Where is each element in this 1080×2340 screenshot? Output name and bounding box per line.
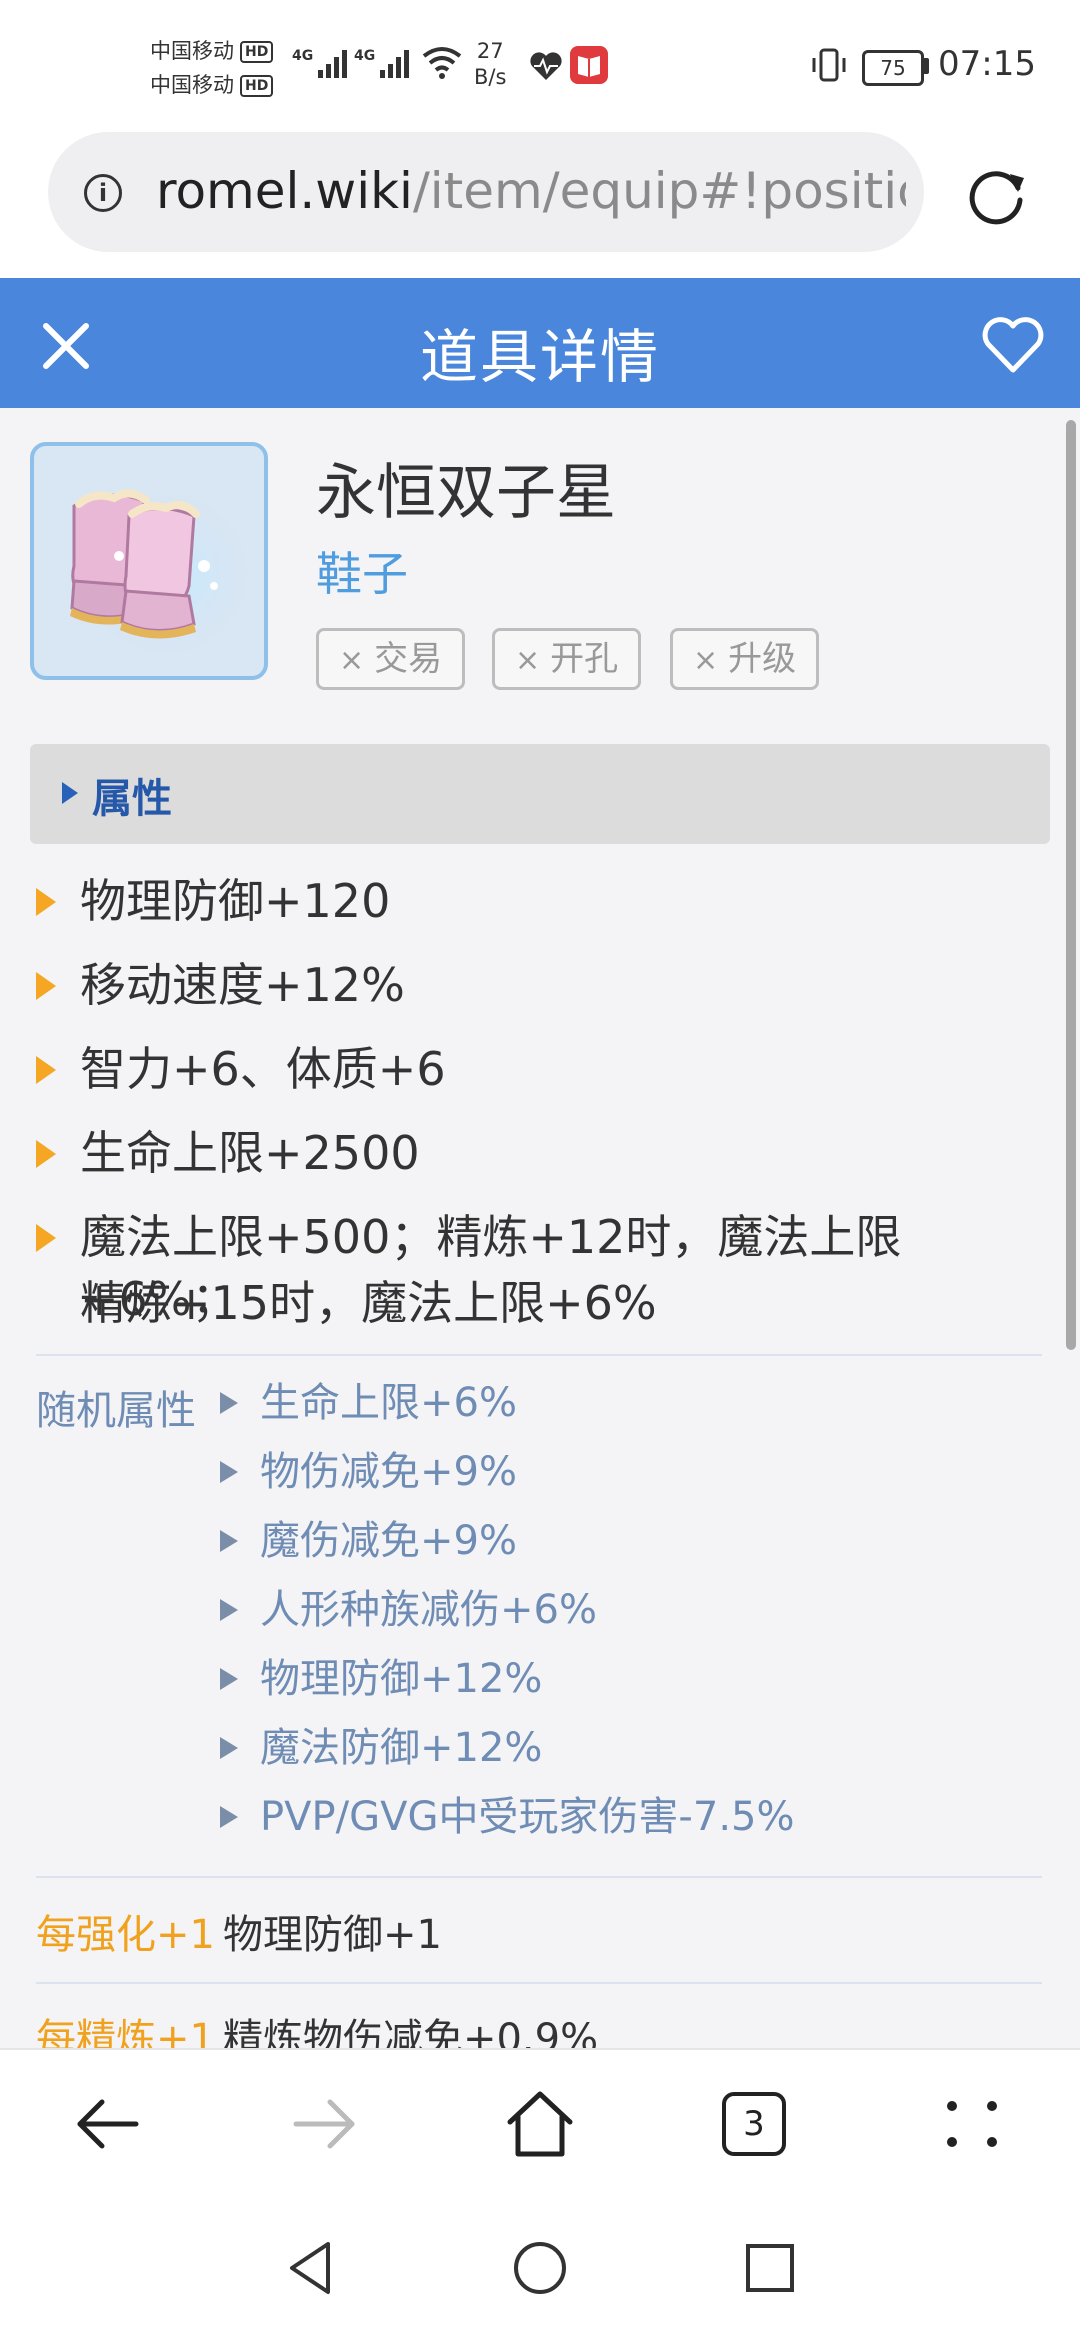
tag-prefix: × bbox=[515, 643, 541, 678]
battery-icon: 75 bbox=[862, 50, 924, 86]
wifi-icon bbox=[422, 47, 462, 79]
attribute-text: 精炼+15时，魔法上限+6% bbox=[80, 1276, 657, 1330]
status-bar: 中国移动 HD 中国移动 HD 4G 4G 27 B/s 75 07:15 bbox=[0, 0, 1080, 130]
bonus-value: 物理防御+1 bbox=[222, 1912, 442, 1958]
system-home-icon[interactable] bbox=[510, 2238, 570, 2298]
reload-icon[interactable] bbox=[962, 160, 1032, 230]
tag-label: 升级 bbox=[728, 639, 797, 679]
url-domain: romel.wiki bbox=[156, 162, 413, 220]
caret-right-icon bbox=[62, 782, 78, 804]
bullet-triangle-icon bbox=[220, 1599, 238, 1621]
tag-label: 交易 bbox=[374, 639, 443, 679]
random-attribute-text: 人形种族减伤+6% bbox=[260, 1587, 597, 1633]
scrollbar[interactable] bbox=[1066, 420, 1076, 1350]
tag-prefix: × bbox=[693, 643, 719, 678]
tag-upgrade: × 升级 bbox=[670, 628, 820, 690]
bonus-key: 每精炼+1 bbox=[36, 2016, 215, 2048]
bullet-triangle-icon bbox=[36, 972, 56, 1000]
bullet-triangle-icon bbox=[220, 1530, 238, 1552]
divider bbox=[36, 1354, 1042, 1356]
section-title: 属性 bbox=[92, 776, 172, 822]
divider bbox=[36, 1876, 1042, 1878]
net-speed-unit: B/s bbox=[474, 65, 507, 89]
url-text[interactable]: romel.wiki/item/equip#!positic bbox=[156, 158, 906, 224]
home-icon[interactable] bbox=[502, 2086, 578, 2162]
system-nav-bar bbox=[0, 2196, 1080, 2340]
net-speed: 27 B/s bbox=[474, 38, 506, 90]
attribute-text: 智力+6、体质+6 bbox=[80, 1042, 446, 1096]
more-menu-icon[interactable] bbox=[934, 2086, 1010, 2162]
refine-bonus-row: 每精炼+1 精炼物伤减免+0.9% bbox=[36, 2006, 598, 2048]
boots-image bbox=[69, 476, 249, 656]
network-label-2: 4G bbox=[354, 48, 375, 64]
bonus-key: 每强化+1 bbox=[36, 1912, 215, 1958]
clock: 07:15 bbox=[938, 44, 1036, 84]
tabs-button[interactable]: 3 bbox=[722, 2092, 786, 2156]
item-name: 永恒双子星 bbox=[316, 458, 616, 528]
bullet-triangle-icon bbox=[36, 888, 56, 916]
system-recents-icon[interactable] bbox=[740, 2238, 800, 2298]
bullet-triangle-icon bbox=[36, 1140, 56, 1168]
network-label-1: 4G bbox=[292, 48, 313, 64]
net-speed-value: 27 bbox=[476, 39, 504, 63]
health-heart-icon bbox=[530, 52, 562, 80]
bullet-triangle-icon bbox=[220, 1806, 238, 1828]
carrier-2: 中国移动 bbox=[150, 73, 234, 97]
item-type[interactable]: 鞋子 bbox=[316, 538, 408, 604]
attribute-text: 生命上限+2500 bbox=[80, 1126, 420, 1180]
battery-tip bbox=[924, 58, 929, 74]
random-attribute-text: 魔法防御+12% bbox=[260, 1725, 543, 1771]
system-back-icon[interactable] bbox=[280, 2238, 340, 2298]
back-arrow-icon[interactable] bbox=[70, 2086, 146, 2162]
forward-arrow-icon[interactable] bbox=[286, 2086, 362, 2162]
random-attribute-text: 物伤减免+9% bbox=[260, 1449, 517, 1495]
browser-toolbar: i romel.wiki/item/equip#!positic bbox=[0, 130, 1080, 278]
item-detail-content[interactable]: 永恒双子星 鞋子 × 交易 × 开孔 × 升级 属性 物理防御+120 移动速度+12… bbox=[0, 408, 1080, 2048]
random-attribute-text: 物理防御+12% bbox=[260, 1656, 543, 1702]
random-attribute-text: 魔伤减免+9% bbox=[260, 1518, 517, 1564]
attribute-text: 物理防御+120 bbox=[80, 874, 391, 928]
bonus-value: 精炼物伤减免+0.9% bbox=[222, 2016, 599, 2048]
signal-icon: 4G bbox=[292, 48, 347, 78]
random-attribute-text: PVP/GVG中受玩家伤害-7.5% bbox=[260, 1794, 795, 1840]
page-title: 道具详情 bbox=[419, 323, 660, 391]
attributes-section-header[interactable]: 属性 bbox=[30, 744, 1050, 844]
item-image bbox=[30, 442, 268, 680]
random-attribute-text: 生命上限+6% bbox=[260, 1380, 517, 1426]
info-icon[interactable]: i bbox=[84, 174, 122, 212]
url-path: /item/equip#!positic bbox=[412, 162, 906, 220]
attribute-text: 移动速度+12% bbox=[80, 958, 405, 1012]
browser-nav-bar: 3 bbox=[0, 2048, 1080, 2198]
hd-badge: HD bbox=[240, 41, 274, 63]
random-attributes-label: 随机属性 bbox=[36, 1388, 196, 1434]
hd-badge: HD bbox=[240, 75, 274, 97]
tag-label: 开孔 bbox=[550, 639, 619, 679]
reader-app-icon bbox=[570, 46, 608, 84]
tag-trade: × 交易 bbox=[316, 628, 466, 690]
vibrate-icon bbox=[812, 48, 846, 82]
bullet-triangle-icon bbox=[36, 1224, 56, 1252]
signal-icon: 4G bbox=[354, 48, 409, 78]
bullet-triangle-icon bbox=[220, 1392, 238, 1414]
bullet-triangle-icon bbox=[220, 1461, 238, 1483]
refine-bonus-row: 每强化+1 物理防御+1 bbox=[36, 1902, 442, 1960]
tag-socket: × 开孔 bbox=[492, 628, 642, 690]
carrier-info: 中国移动 HD 中国移动 HD bbox=[150, 34, 274, 102]
bullet-triangle-icon bbox=[220, 1668, 238, 1690]
carrier-1: 中国移动 bbox=[150, 39, 234, 63]
divider bbox=[36, 1982, 1042, 1984]
tag-prefix: × bbox=[339, 643, 365, 678]
app-bar: 道具详情 bbox=[0, 278, 1080, 408]
bullet-triangle-icon bbox=[36, 1056, 56, 1084]
bullet-triangle-icon bbox=[220, 1737, 238, 1759]
heart-favorite-icon[interactable] bbox=[980, 312, 1046, 378]
address-bar[interactable]: i romel.wiki/item/equip#!positic bbox=[48, 132, 924, 252]
